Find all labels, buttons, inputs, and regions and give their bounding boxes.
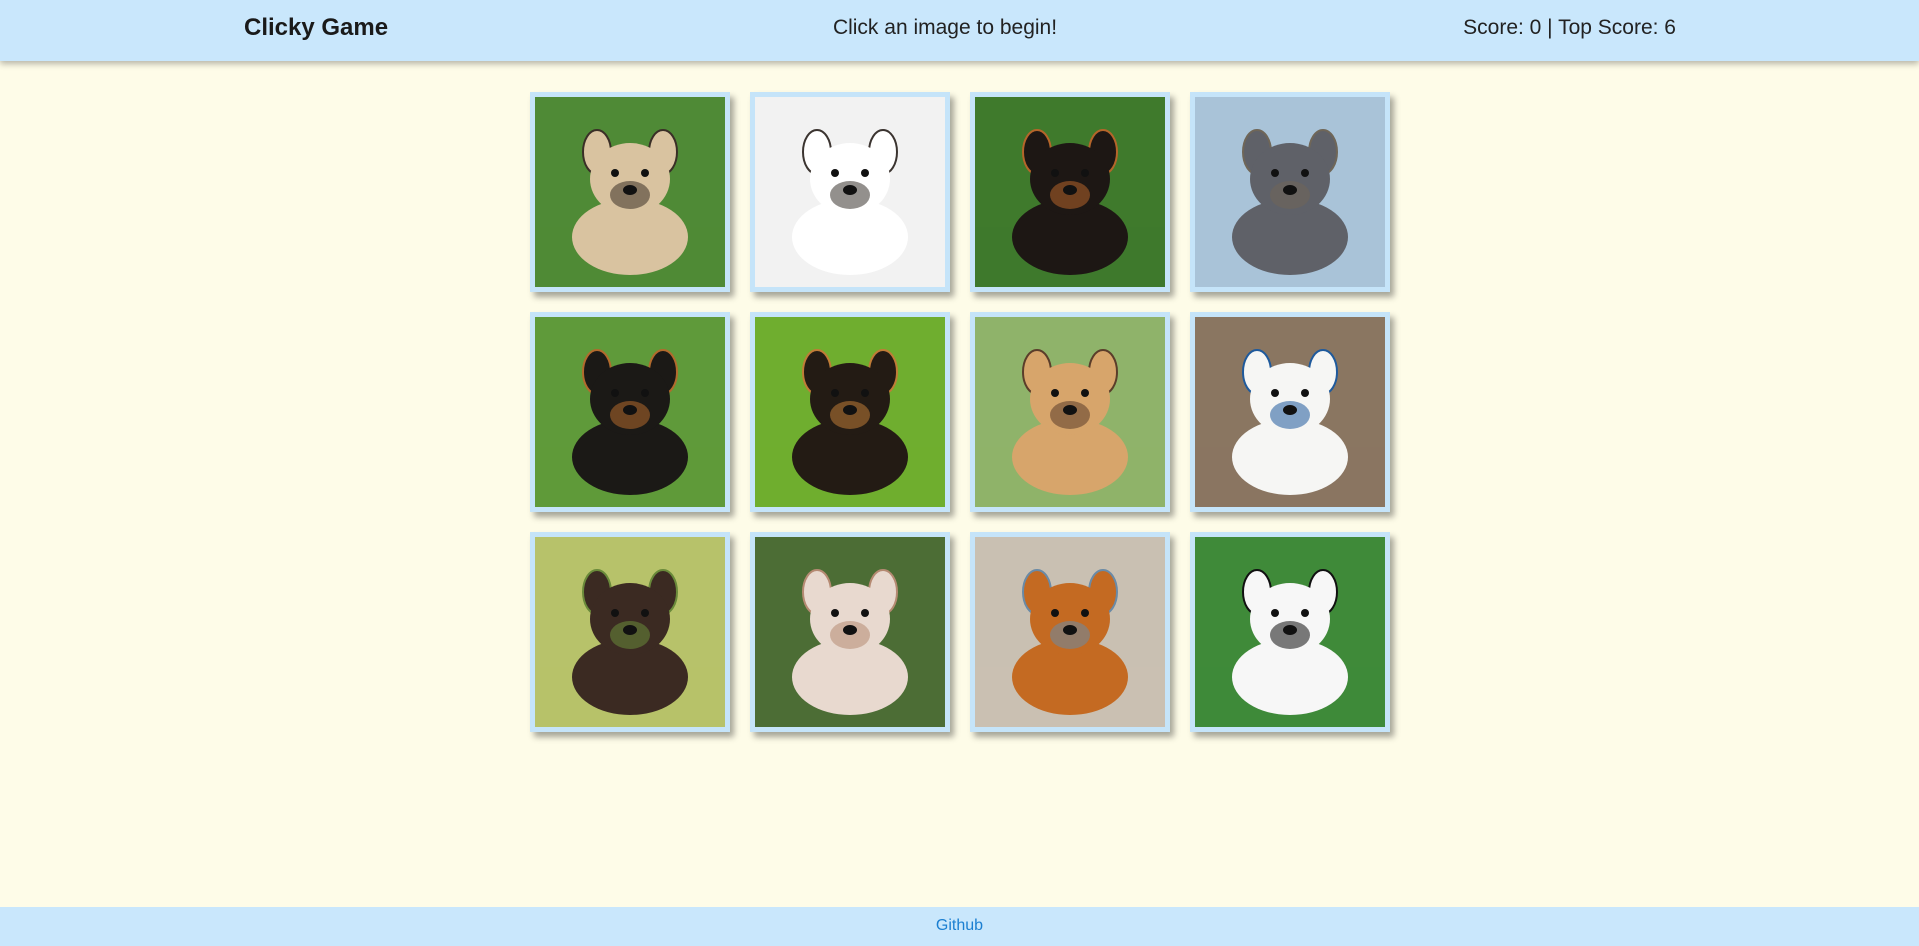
- dog-image-card[interactable]: [1190, 312, 1390, 512]
- chocolate-labrador-puppy-image: [535, 537, 725, 727]
- dog-image-card[interactable]: [970, 532, 1170, 732]
- dog-image-card[interactable]: [750, 532, 950, 732]
- github-link[interactable]: Github: [936, 917, 983, 935]
- dog-image-card[interactable]: [530, 92, 730, 292]
- pitbull-puppies-image: [755, 537, 945, 727]
- pug-dog-image: [535, 97, 725, 287]
- bernese-puppy-image: [975, 97, 1165, 287]
- german-shepherd-puppy-image: [755, 317, 945, 507]
- golden-retriever-image: [975, 317, 1165, 507]
- dachshund-puppy-image: [535, 317, 725, 507]
- top-navbar: Clicky Game Click an image to begin! Sco…: [0, 0, 1919, 61]
- dog-image-card[interactable]: [1190, 532, 1390, 732]
- dog-image-card[interactable]: [1190, 92, 1390, 292]
- fox-like-dog-on-beach-image: [975, 537, 1165, 727]
- score-display: Score: 0 | Top Score: 6: [1463, 16, 1676, 39]
- image-grid: [530, 92, 1390, 732]
- samoyed-dogs-image: [1195, 537, 1385, 727]
- dog-image-card[interactable]: [970, 92, 1170, 292]
- dog-image-card[interactable]: [750, 312, 950, 512]
- dog-image-card[interactable]: [970, 312, 1170, 512]
- dog-image-card[interactable]: [750, 92, 950, 292]
- husky-puppy-image: [1195, 317, 1385, 507]
- dog-image-card[interactable]: [530, 532, 730, 732]
- french-bulldog-image: [1195, 97, 1385, 287]
- footer: Github: [0, 907, 1919, 946]
- australian-shepherd-dog-image: [755, 97, 945, 287]
- dog-image-card[interactable]: [530, 312, 730, 512]
